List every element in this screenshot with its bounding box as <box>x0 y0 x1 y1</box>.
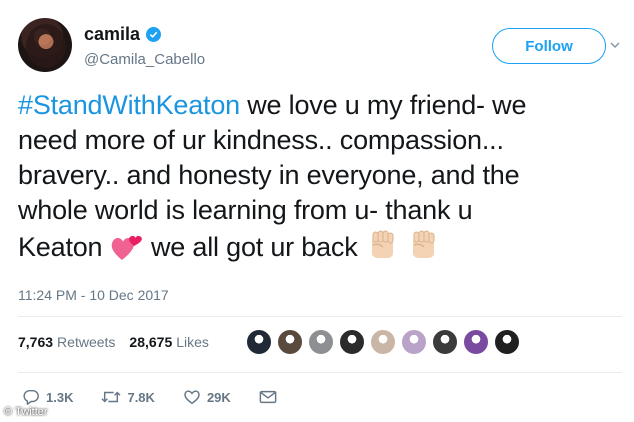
tweet-line-5: Keaton we all got ur back <box>18 228 622 271</box>
liker-avatar[interactable] <box>463 329 489 355</box>
retweet-count: 7.8K <box>127 389 155 405</box>
heart-icon <box>184 390 200 405</box>
follow-button[interactable]: Follow <box>492 28 606 64</box>
reply-count: 1.3K <box>46 389 74 405</box>
retweets-count[interactable]: 7,763 <box>18 334 53 350</box>
copyright-icon: © <box>4 406 16 418</box>
author-name[interactable]: camila <box>84 24 140 45</box>
chevron-down-icon[interactable] <box>610 40 620 50</box>
tweet-line-4: whole world is learning from u- thank u <box>18 195 473 225</box>
tweet-header: camila @Camila_Cabello Follow <box>18 18 620 78</box>
divider <box>18 316 622 317</box>
raised-fist-icon <box>406 228 440 271</box>
liker-avatar[interactable] <box>339 329 365 355</box>
tweet-text: #StandWithKeaton we love u my friend- we… <box>18 88 622 271</box>
tweet-line-3: bravery.. and honesty in everyone, and t… <box>18 160 520 190</box>
reply-icon <box>23 389 39 405</box>
tweet-timestamp[interactable]: 11:24 PM - 10 Dec 2017 <box>18 287 169 303</box>
avatar[interactable] <box>18 18 72 72</box>
engagement-stats: 7,763 Retweets 28,675 Likes <box>18 334 223 350</box>
envelope-icon <box>259 390 277 404</box>
retweets-label[interactable]: Retweets <box>57 334 115 350</box>
watermark-text: Twitter <box>15 406 48 418</box>
two-hearts-icon <box>110 232 144 271</box>
twitter-watermark: © Twitter <box>4 406 48 418</box>
author-handle[interactable]: @Camila_Cabello <box>84 51 205 68</box>
tweet-actions: 1.3K 7.8K 29K <box>22 388 311 406</box>
liker-avatar[interactable] <box>277 329 303 355</box>
liker-avatar[interactable] <box>370 329 396 355</box>
raised-fist-icon <box>365 228 399 271</box>
tweet-line-2: need more of ur kindness.. compassion... <box>18 125 504 155</box>
tweet-text-segment: we all got ur back <box>151 232 358 262</box>
likes-count[interactable]: 28,675 <box>129 334 172 350</box>
author-name-row: camila <box>84 24 162 45</box>
divider <box>18 372 622 373</box>
like-button[interactable]: 29K <box>183 388 231 406</box>
tweet-line-1: #StandWithKeaton we love u my friend- we <box>18 88 622 123</box>
retweet-icon <box>101 391 121 403</box>
hashtag-link[interactable]: #StandWithKeaton <box>18 90 240 120</box>
liker-avatar[interactable] <box>494 329 520 355</box>
liker-avatar[interactable] <box>308 329 334 355</box>
likes-label[interactable]: Likes <box>176 334 209 350</box>
tweet-text-segment: Keaton <box>18 232 110 262</box>
retweet-button[interactable]: 7.8K <box>101 388 155 406</box>
liker-avatars <box>246 329 525 355</box>
like-count: 29K <box>206 389 231 405</box>
tweet-text-segment: we love u my friend- we <box>239 90 527 120</box>
liker-avatar[interactable] <box>246 329 272 355</box>
direct-message-button[interactable] <box>259 389 283 405</box>
reply-button[interactable]: 1.3K <box>22 388 73 406</box>
liker-avatar[interactable] <box>401 329 427 355</box>
verified-badge-icon <box>146 27 162 42</box>
liker-avatar[interactable] <box>432 329 458 355</box>
